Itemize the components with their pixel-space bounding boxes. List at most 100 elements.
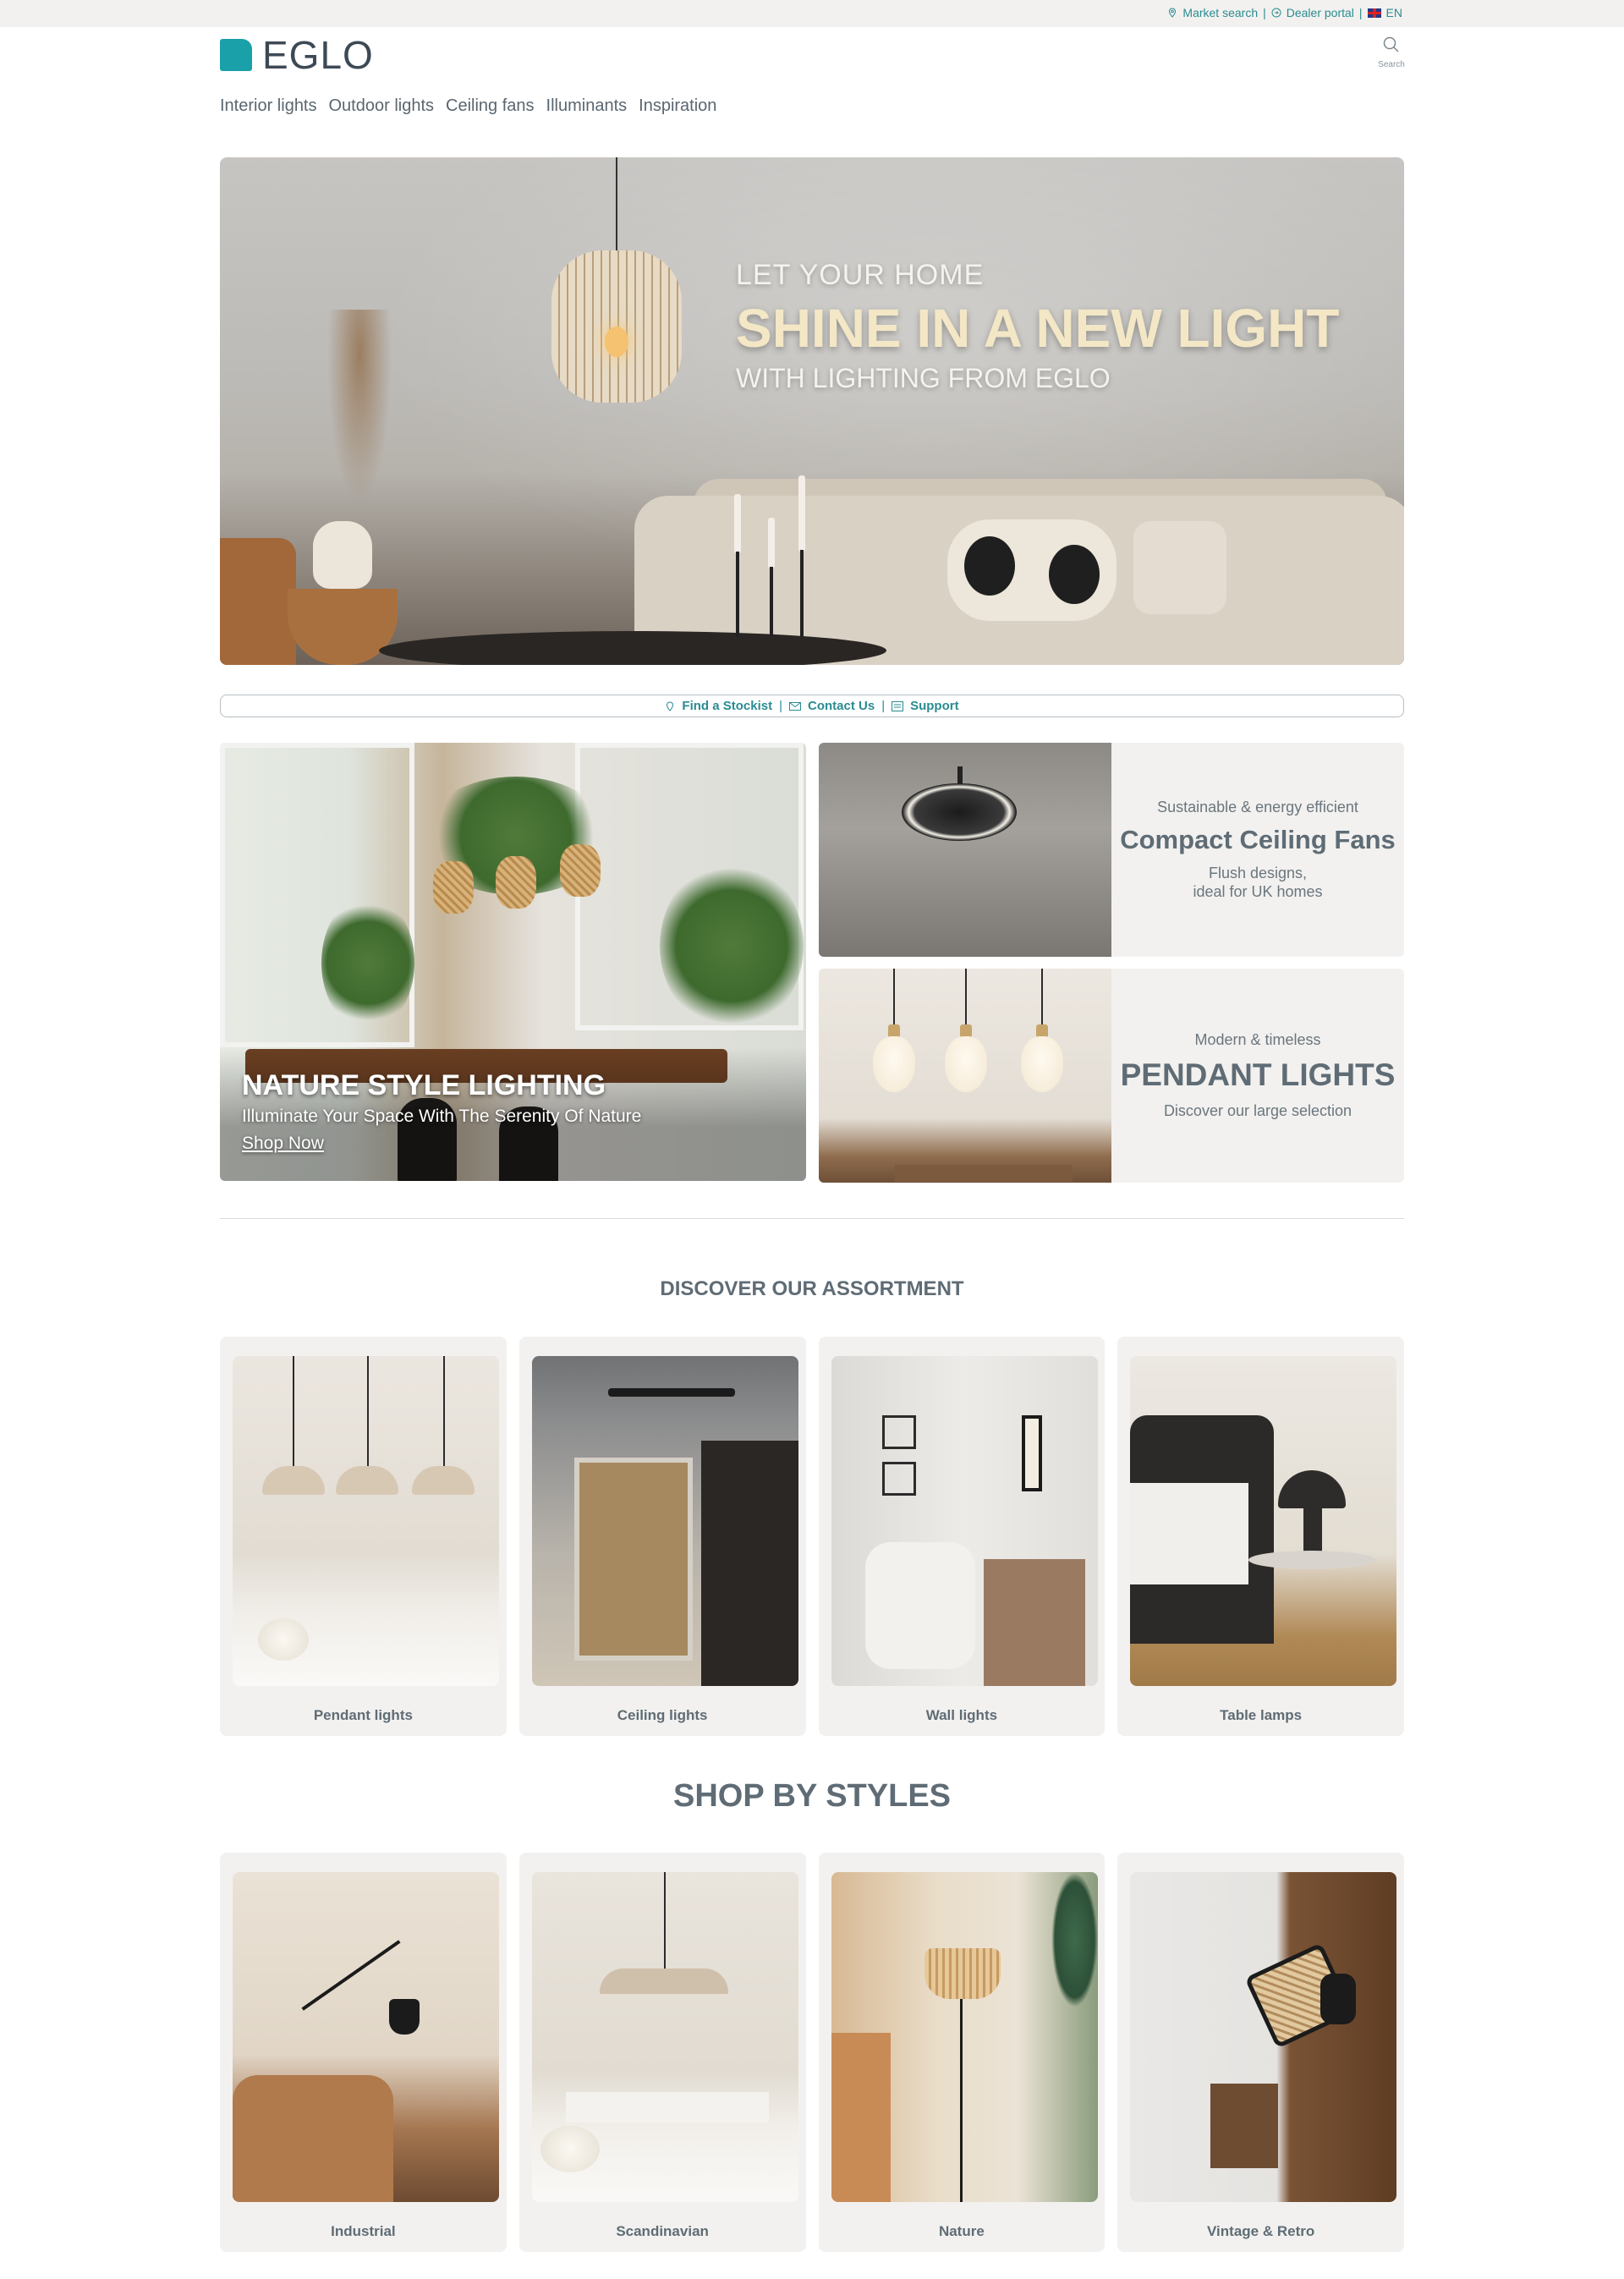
separator: | xyxy=(779,699,782,713)
pendant-cord xyxy=(616,157,617,252)
candle xyxy=(798,475,805,552)
cord xyxy=(893,969,895,1028)
cord xyxy=(1041,969,1043,1028)
armchair xyxy=(864,1542,975,1669)
category-image xyxy=(1130,1356,1397,1686)
sideboard xyxy=(895,1165,1073,1182)
rattan-pendant xyxy=(496,856,536,909)
style-card-industrial[interactable]: Industrial xyxy=(220,1853,507,2252)
category-card-pendant-lights[interactable]: Pendant lights xyxy=(220,1337,507,1736)
logo[interactable]: EGLO xyxy=(220,36,374,74)
promo-title: Compact Ceiling Fans xyxy=(1120,824,1396,854)
category-card-wall-lights[interactable]: Wall lights xyxy=(818,1337,1106,1736)
coffee-table xyxy=(379,631,886,665)
wall-lamp xyxy=(1021,1415,1042,1491)
category-image xyxy=(831,1356,1098,1686)
styles-cards: Industrial Scandinavian Nature Vintage &… xyxy=(220,1853,1404,2252)
promo-nature-style[interactable]: NATURE STYLE LIGHTING Illuminate Your Sp… xyxy=(220,743,806,1181)
support-icon xyxy=(892,700,904,711)
nav-item-interior-lights[interactable]: Interior lights xyxy=(220,96,317,116)
pampas-grass xyxy=(321,310,398,530)
style-label: Nature xyxy=(938,2223,985,2239)
main-nav: Interior lights Outdoor lights Ceiling f… xyxy=(220,96,716,116)
support-link[interactable]: Support xyxy=(910,699,959,713)
separator: | xyxy=(1358,6,1363,19)
promo-image xyxy=(819,743,1111,957)
cord xyxy=(443,1356,445,1470)
category-label: Wall lights xyxy=(925,1707,998,1723)
style-card-nature[interactable]: Nature xyxy=(818,1853,1106,2252)
promo-subtitle: Illuminate Your Space With The Serenity … xyxy=(242,1107,642,1126)
styles-title: SHOP BY STYLES xyxy=(672,1778,952,1814)
candle xyxy=(734,494,741,553)
promo-ceiling-fans[interactable]: Sustainable & energy efficient Compact C… xyxy=(819,743,1404,957)
category-card-ceiling-lights[interactable]: Ceiling lights xyxy=(518,1337,806,1736)
style-image xyxy=(531,1872,798,2202)
search-label: Search xyxy=(1378,60,1405,69)
plant xyxy=(1051,1872,1098,2007)
bed-linen xyxy=(1130,1483,1249,1584)
map-pin-icon xyxy=(667,700,674,711)
lamp-arm xyxy=(301,1940,401,2011)
hero-banner[interactable]: LET YOUR HOME SHINE IN A NEW LIGHT WITH … xyxy=(220,157,1404,665)
promo-eyebrow: Modern & timeless xyxy=(1194,1030,1321,1048)
bulb xyxy=(605,327,628,357)
nav-item-illuminants[interactable]: Illuminants xyxy=(546,96,628,116)
service-bar: Find a Stockist | Contact Us | Support xyxy=(220,695,1404,717)
promo-title: NATURE STYLE LIGHTING xyxy=(242,1069,606,1101)
nav-item-ceiling-fans[interactable]: Ceiling fans xyxy=(446,96,535,116)
bookshelf xyxy=(1210,2084,1279,2168)
sideboard xyxy=(565,2092,769,2122)
door xyxy=(573,1458,693,1661)
style-card-vintage-retro[interactable]: Vintage & Retro xyxy=(1117,1853,1404,2252)
cord xyxy=(663,1872,666,1972)
side-table xyxy=(1248,1551,1376,1569)
cord xyxy=(367,1356,369,1470)
hero-line-1: LET YOUR HOME xyxy=(736,259,985,291)
language-selector[interactable]: EN xyxy=(1386,6,1402,19)
cord xyxy=(965,969,967,1028)
market-search-link[interactable]: Market search xyxy=(1182,6,1258,19)
category-label: Table lamps xyxy=(1220,1707,1303,1723)
style-card-scandinavian[interactable]: Scandinavian xyxy=(518,1853,806,2252)
cabinet xyxy=(831,2033,891,2202)
hero-headline: SHINE IN A NEW LIGHT xyxy=(736,298,1340,359)
ceiling-fixture xyxy=(607,1388,735,1397)
envelope-icon xyxy=(789,701,801,711)
flowers xyxy=(258,1618,309,1661)
rattan-shade xyxy=(924,1948,1001,1999)
glass-shade xyxy=(1021,1036,1063,1092)
category-image xyxy=(233,1356,499,1686)
lamp-shade xyxy=(1278,1470,1347,1508)
style-image xyxy=(831,1872,1098,2202)
shop-now-link[interactable]: Shop Now xyxy=(242,1134,324,1154)
style-image xyxy=(233,1872,499,2202)
wall-mount xyxy=(1320,1974,1357,2024)
search-button[interactable]: Search xyxy=(1370,36,1413,69)
plant xyxy=(321,895,414,1030)
divider xyxy=(220,1218,1404,1219)
category-image xyxy=(531,1356,798,1686)
promo-image xyxy=(819,969,1111,1183)
category-card-table-lamps[interactable]: Table lamps xyxy=(1117,1337,1404,1736)
style-image xyxy=(1130,1872,1397,2202)
glass-shade xyxy=(945,1036,987,1092)
pillow-pattern xyxy=(1049,545,1100,604)
lamp-shade xyxy=(412,1466,475,1495)
promo-pendant-lights[interactable]: Modern & timeless PENDANT LIGHTS Discove… xyxy=(819,969,1404,1183)
nav-item-inspiration[interactable]: Inspiration xyxy=(639,96,716,116)
assortment-cards: Pendant lights Ceiling lights Wall light… xyxy=(220,1337,1404,1736)
style-label: Industrial xyxy=(331,2223,396,2239)
style-label: Vintage & Retro xyxy=(1207,2223,1315,2239)
logo-text: EGLO xyxy=(262,33,374,77)
dealer-portal-link[interactable]: Dealer portal xyxy=(1287,6,1354,19)
glass-shade xyxy=(873,1036,915,1092)
find-stockist-link[interactable]: Find a Stockist xyxy=(682,699,772,713)
promo-text: Modern & timeless PENDANT LIGHTS Discove… xyxy=(1111,969,1404,1183)
contact-us-link[interactable]: Contact Us xyxy=(808,699,875,713)
candle-holder xyxy=(770,567,773,636)
category-label: Ceiling lights xyxy=(617,1707,708,1723)
chair xyxy=(220,538,296,665)
nav-item-outdoor-lights[interactable]: Outdoor lights xyxy=(329,96,435,116)
dresser xyxy=(983,1559,1085,1686)
